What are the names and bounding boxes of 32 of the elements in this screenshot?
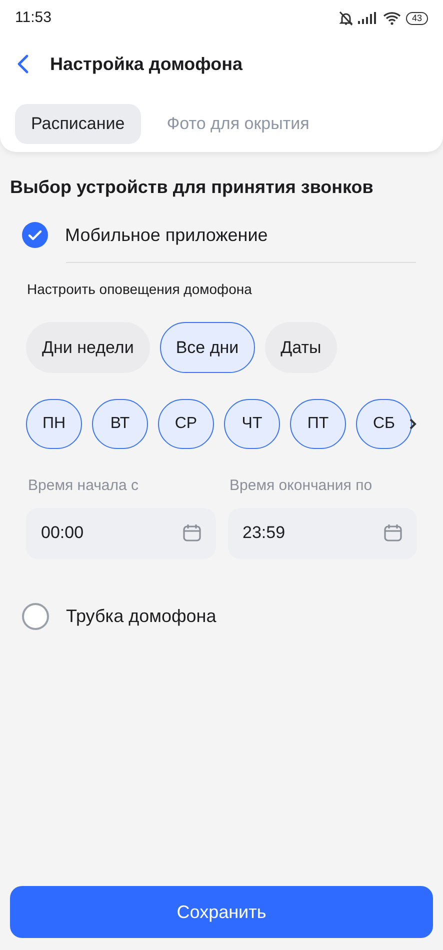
day-chip[interactable]: ПТ: [290, 399, 346, 449]
radio-button[interactable]: [22, 603, 49, 630]
day-chip[interactable]: ЧТ: [224, 399, 280, 449]
checkbox-label: Мобильное приложение: [65, 224, 268, 247]
day-chip[interactable]: ПН: [26, 399, 82, 449]
save-button[interactable]: Сохранить: [10, 886, 433, 938]
mode-chip[interactable]: Все дни: [160, 322, 255, 373]
day-chip[interactable]: СР: [158, 399, 214, 449]
signal-icon: [358, 12, 378, 24]
calendar-icon: [383, 523, 403, 543]
section-title: Выбор устройств для принятия звонков: [10, 176, 374, 199]
checkbox[interactable]: [22, 222, 48, 248]
day-chip[interactable]: ВТ: [92, 399, 148, 449]
mode-chip[interactable]: Даты: [264, 322, 338, 373]
time-field[interactable]: 00:00: [26, 508, 216, 558]
wifi-icon: [382, 12, 401, 24]
time-field[interactable]: 23:59: [228, 508, 417, 558]
radio-label: Трубка домофона: [66, 605, 216, 628]
screen-title: Настройка домофона: [50, 52, 243, 76]
muted-bell-icon: [338, 10, 353, 26]
tab[interactable]: Расписание: [15, 104, 141, 144]
chevron-right-icon[interactable]: [409, 418, 417, 430]
mode-chip[interactable]: Дни недели: [26, 322, 150, 373]
time-label: Время окончания по: [228, 476, 374, 496]
battery-indicator: 43: [406, 12, 428, 24]
day-chip[interactable]: СБ: [356, 399, 412, 449]
status-time: 11:53: [15, 8, 52, 28]
time-label: Время начала с: [27, 476, 140, 496]
checkmark-icon: [28, 230, 42, 240]
back-chevron-icon: [17, 54, 29, 74]
notifications-label: Настроить оповещения домофона: [27, 280, 253, 299]
calendar-icon: [182, 523, 202, 543]
